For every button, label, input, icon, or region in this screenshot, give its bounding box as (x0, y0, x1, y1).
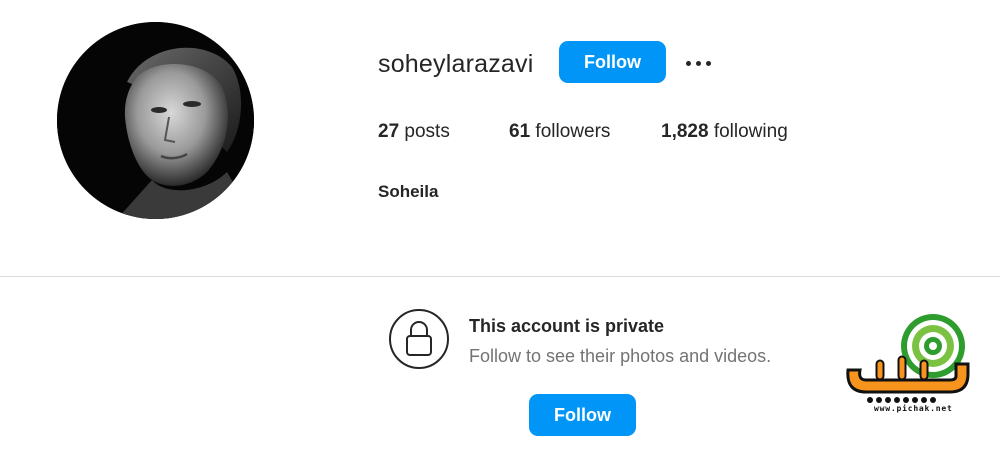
profile-page: soheylarazavi Follow 27 posts 61 followe… (0, 0, 1000, 457)
divider (0, 276, 1000, 277)
follow-button[interactable]: Follow (559, 41, 666, 83)
full-name: Soheila (378, 182, 439, 201)
followers-count-label: followers (535, 121, 611, 142)
avatar-photo (57, 22, 254, 219)
more-options-icon[interactable] (680, 52, 716, 74)
private-account-subtitle: Follow to see their photos and videos. (469, 346, 772, 366)
private-account-title: This account is private (469, 316, 665, 336)
lock-icon (389, 309, 449, 369)
posts-count-value: 27 (378, 121, 400, 142)
username: soheylarazavi (378, 50, 534, 78)
dot (685, 60, 691, 66)
followers-count-value: 61 (509, 121, 531, 142)
posts-count-label: posts (404, 121, 450, 142)
dot (695, 60, 701, 66)
followers-link[interactable]: 61 followers (509, 121, 610, 143)
following-count-value: 1,828 (661, 121, 709, 142)
following-count-label: following (713, 121, 788, 142)
posts-count: 27 posts (378, 121, 450, 143)
following-link[interactable]: 1,828 following (661, 121, 788, 143)
follow-button-secondary[interactable]: Follow (529, 394, 636, 436)
dot (705, 60, 711, 66)
avatar[interactable] (57, 22, 254, 219)
watermark-url: www.pichak.net (874, 404, 953, 413)
